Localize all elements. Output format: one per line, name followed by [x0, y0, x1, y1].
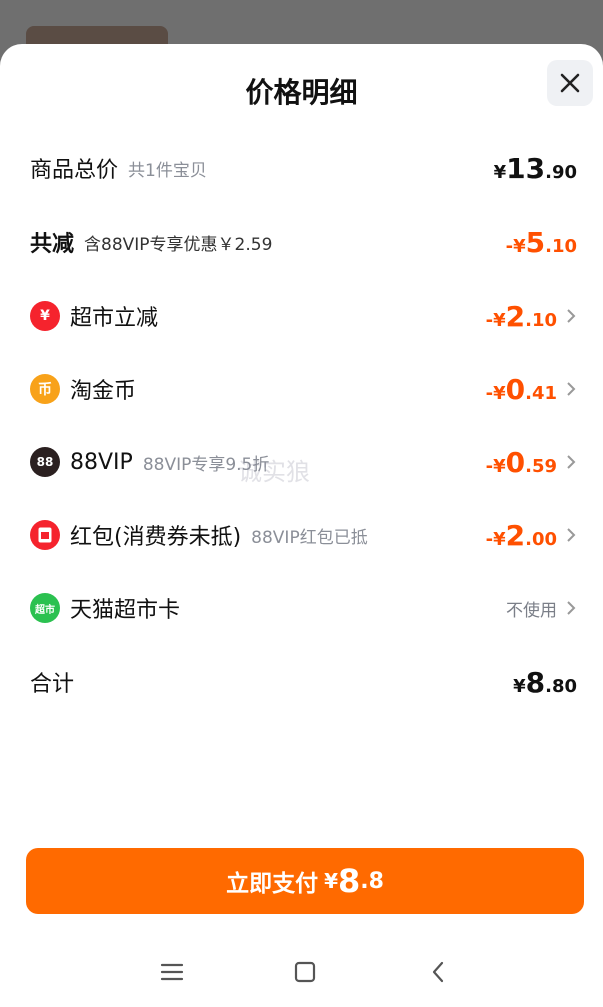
tmall-card-label: 天猫超市卡 [70, 598, 181, 623]
chevron-right-icon [567, 309, 576, 323]
watermark: 诚实狼 [238, 458, 310, 486]
row-supermarket-discount[interactable]: ¥ 超市立减 -¥ 2.10 [30, 296, 577, 336]
row-sum: 合计 ¥8.80 [30, 662, 577, 702]
row-red-packet[interactable]: 红包(消费券未抵) 88VIP红包已抵 -¥ 2.00 [30, 515, 577, 555]
taojinbi-value: -¥ 0.41 [485, 372, 557, 406]
gold-coin-icon: 币 [30, 374, 60, 404]
menu-icon [160, 963, 184, 981]
close-button[interactable] [547, 60, 593, 106]
vip-discount-note: 含88VIP专享优惠￥2.59 [84, 234, 273, 255]
row-tmall-card[interactable]: 超市 天猫超市卡 不使用 [30, 588, 577, 628]
pay-now-button[interactable]: 立即支付 ¥8.8 [26, 848, 584, 914]
back-icon [432, 961, 444, 983]
chevron-right-icon [567, 455, 576, 469]
chevron-right-icon [567, 528, 576, 542]
tmall-card-status: 不使用 [506, 600, 557, 621]
home-button[interactable] [290, 957, 320, 987]
close-icon [560, 73, 580, 93]
row-total-price: 商品总价 共1件宝贝 ¥13.90 [30, 148, 577, 188]
row-total-discount: 共减 含88VIP专享优惠￥2.59 -¥ 5.10 [30, 222, 577, 262]
chevron-right-icon [567, 601, 576, 615]
red-packet-note: 88VIP红包已抵 [251, 527, 368, 548]
total-price-label: 商品总价 [30, 158, 119, 183]
row-taojinbi[interactable]: 币 淘金币 -¥ 0.41 [30, 369, 577, 409]
red-packet-icon [30, 520, 60, 550]
vip-label: 88VIP [70, 449, 133, 475]
system-nav-bar [0, 945, 603, 997]
sum-label: 合计 [30, 672, 75, 697]
tmall-supermarket-icon: 超市 [30, 593, 60, 623]
home-icon [294, 961, 316, 983]
taojinbi-label: 淘金币 [70, 379, 137, 404]
total-price-value: ¥13.90 [493, 151, 577, 185]
chevron-right-icon [567, 382, 576, 396]
vip-discount-value: -¥ 0.59 [485, 445, 557, 479]
back-button[interactable] [423, 957, 453, 987]
total-discount-label: 共减 [30, 232, 75, 257]
supermarket-discount-value: -¥ 2.10 [485, 299, 557, 333]
item-count: 共1件宝贝 [128, 160, 207, 181]
supermarket-discount-icon: ¥ [30, 301, 60, 331]
supermarket-discount-label: 超市立减 [70, 306, 159, 331]
vip-88-icon: 88 [30, 447, 60, 477]
total-discount-value: -¥ 5.10 [505, 225, 577, 259]
sum-value: ¥8.80 [513, 665, 577, 699]
menu-button[interactable] [157, 957, 187, 987]
page-title: 价格明细 [245, 76, 358, 109]
red-packet-value: -¥ 2.00 [485, 518, 557, 552]
red-packet-label: 红包(消费券未抵) [70, 525, 242, 550]
